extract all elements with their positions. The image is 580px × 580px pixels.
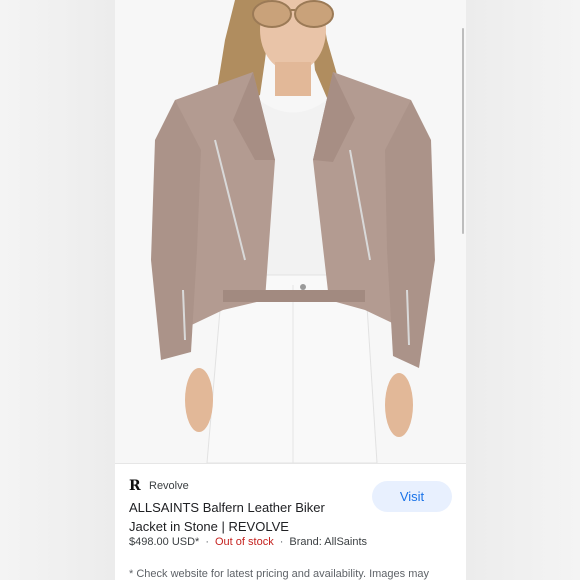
price: $498.00 USD* xyxy=(129,536,200,548)
background-right xyxy=(466,0,580,580)
separator-dot: · xyxy=(279,536,284,548)
source-name: Revolve xyxy=(149,480,189,492)
stock-status: Out of stock xyxy=(215,536,274,548)
visit-button[interactable]: Visit xyxy=(372,481,452,512)
source-row[interactable]: R Revolve xyxy=(129,478,189,494)
brand-label: Brand: AllSaints xyxy=(289,536,368,548)
product-photo-illustration xyxy=(115,0,466,463)
product-title[interactable]: ALLSAINTS Balfern Leather Biker Jacket i… xyxy=(129,498,349,536)
price-row: $498.00 USD* · Out of stock · Brand: AllSain… xyxy=(129,536,367,548)
product-image[interactable] xyxy=(115,0,466,463)
separator-dot: · xyxy=(205,536,209,548)
product-card: R Revolve ALLSAINTS Balfern Leather Bike… xyxy=(115,463,466,580)
footnote: * Check website for latest pricing and a… xyxy=(129,568,429,580)
phone-screen: R Revolve ALLSAINTS Balfern Leather Bike… xyxy=(115,0,466,580)
revolve-logo-icon: R xyxy=(129,478,141,494)
background-left xyxy=(0,0,115,580)
scrollbar[interactable] xyxy=(462,28,464,234)
